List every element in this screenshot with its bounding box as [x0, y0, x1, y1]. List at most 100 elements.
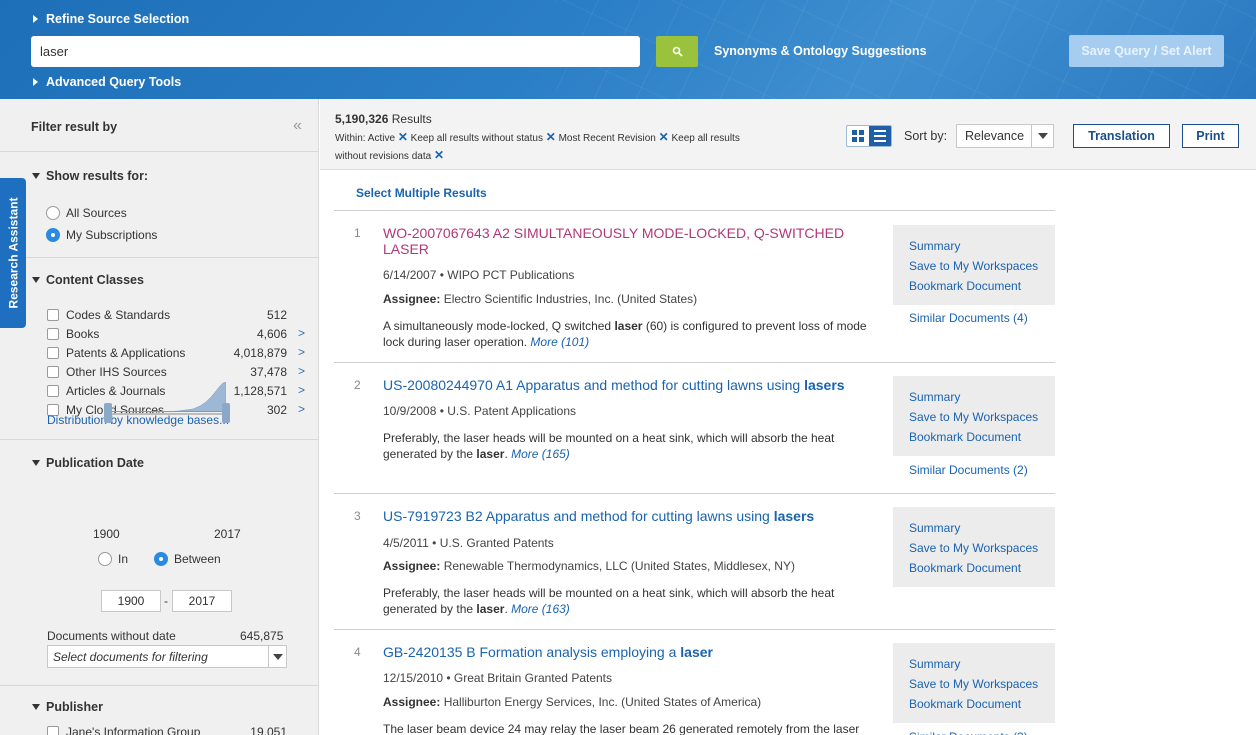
translation-button[interactable]: Translation — [1073, 124, 1170, 148]
divider — [0, 257, 319, 258]
result-item: 2 US-20080244970 A1 Apparatus and method … — [334, 362, 1055, 493]
collapse-sidebar-icon[interactable]: « — [293, 117, 302, 135]
synonyms-ontology-link[interactable]: Synonyms & Ontology Suggestions — [714, 44, 927, 58]
save-query-button[interactable]: Save Query / Set Alert — [1069, 35, 1224, 67]
remove-filter-icon[interactable]: ✕ — [546, 130, 556, 144]
similar-documents-link[interactable]: Similar Documents (2) — [909, 463, 1028, 477]
show-results-heading[interactable]: Show results for: — [32, 169, 148, 183]
refine-source-label: Refine Source Selection — [46, 12, 190, 26]
summary-link[interactable]: Summary — [909, 518, 1039, 538]
bookmark-document-link[interactable]: Bookmark Document — [909, 694, 1039, 714]
grid-view-icon[interactable] — [847, 126, 869, 146]
summary-link[interactable]: Summary — [909, 236, 1039, 256]
divider — [334, 362, 1055, 363]
checkbox[interactable] — [47, 328, 59, 340]
distribution-link[interactable]: Distribution by knowledge bases... — [47, 413, 229, 427]
result-title-text: WO-2007067643 A2 SIMULTANEOUSLY MODE-LOC… — [383, 225, 845, 257]
date-mode-between[interactable]: Between — [154, 552, 221, 566]
research-assistant-tab[interactable]: Research Assistant — [0, 178, 26, 328]
radio-label: Between — [174, 552, 221, 566]
result-assignee: Assignee: Halliburton Energy Services, I… — [383, 695, 761, 709]
expand-arrow-icon[interactable]: > — [298, 326, 305, 340]
date-mode-in[interactable]: In — [98, 552, 128, 566]
content-class-item[interactable]: Other IHS Sources 37,478 > — [47, 364, 307, 380]
result-title-text: US-7919723 B2 Apparatus and method for c… — [383, 508, 774, 524]
save-to-workspaces-link[interactable]: Save to My Workspaces — [909, 674, 1039, 694]
print-button[interactable]: Print — [1182, 124, 1239, 148]
result-actions: Summary Save to My Workspaces Bookmark Doc… — [893, 376, 1055, 456]
checkbox[interactable] — [47, 385, 59, 397]
save-to-workspaces-link[interactable]: Save to My Workspaces — [909, 407, 1039, 427]
checkbox[interactable] — [47, 726, 59, 735]
list-view-icon[interactable] — [869, 126, 891, 146]
content-class-item[interactable]: Books 4,606 > — [47, 326, 307, 342]
expand-arrow-icon[interactable]: > — [298, 345, 305, 359]
sort-select[interactable]: Relevance — [956, 124, 1054, 148]
radio-all-sources[interactable]: All Sources — [46, 206, 127, 220]
result-date-source: 10/9/2008 • U.S. Patent Applications — [383, 404, 576, 418]
content-class-item[interactable]: Patents & Applications 4,018,879 > — [47, 345, 307, 361]
snippet-text: The laser beam device 24 may relay the l… — [383, 722, 860, 735]
result-title-link[interactable]: WO-2007067643 A2 SIMULTANEOUSLY MODE-LOC… — [383, 225, 863, 257]
result-snippet: Preferably, the laser heads will be moun… — [383, 585, 883, 617]
bookmark-document-link[interactable]: Bookmark Document — [909, 558, 1039, 578]
bookmark-document-link[interactable]: Bookmark Document — [909, 427, 1039, 447]
radio-button-selected[interactable] — [46, 228, 60, 242]
publisher-label: Publisher — [46, 700, 103, 714]
assignee-label: Assignee: — [383, 292, 441, 306]
checkbox[interactable] — [47, 366, 59, 378]
checkbox[interactable] — [47, 309, 59, 321]
more-link[interactable]: More (165) — [511, 447, 570, 461]
remove-filter-icon[interactable]: ✕ — [398, 130, 408, 144]
documents-filter-select[interactable]: Select documents for filtering — [47, 645, 287, 668]
result-title-link[interactable]: US-7919723 B2 Apparatus and method for c… — [383, 508, 863, 524]
results-count-number: 5,190,326 — [335, 112, 389, 126]
checkbox[interactable] — [47, 347, 59, 359]
remove-filter-icon[interactable]: ✕ — [659, 130, 669, 144]
summary-link[interactable]: Summary — [909, 387, 1039, 407]
search-button[interactable] — [656, 36, 698, 67]
save-to-workspaces-link[interactable]: Save to My Workspaces — [909, 256, 1039, 276]
result-number: 4 — [354, 645, 361, 659]
date-from-input[interactable] — [101, 590, 161, 612]
result-title-text: US-20080244970 A1 Apparatus and method f… — [383, 377, 805, 393]
similar-documents-link[interactable]: Similar Documents (4) — [909, 311, 1028, 325]
expand-arrow-icon[interactable]: > — [298, 364, 305, 378]
publisher-item-label: Jane's Information Group — [66, 725, 201, 735]
bookmark-document-link[interactable]: Bookmark Document — [909, 276, 1039, 296]
save-to-workspaces-link[interactable]: Save to My Workspaces — [909, 538, 1039, 558]
content-class-count: 37,478 — [250, 365, 287, 379]
content-class-item[interactable]: Codes & Standards 512 — [47, 307, 307, 323]
content-class-count: 4,018,879 — [233, 346, 287, 360]
radio-button[interactable] — [46, 206, 60, 220]
publication-date-heading[interactable]: Publication Date — [32, 456, 144, 470]
publisher-heading[interactable]: Publisher — [32, 700, 103, 714]
radio-button[interactable] — [98, 552, 112, 566]
search-input[interactable] — [31, 36, 640, 67]
expand-arrow-icon[interactable]: > — [298, 383, 305, 397]
result-title-link[interactable]: GB-2420135 B Formation analysis employin… — [383, 644, 863, 660]
more-link[interactable]: More (101) — [530, 335, 589, 349]
remove-filter-icon[interactable]: ✕ — [434, 148, 444, 162]
date-to-input[interactable] — [172, 590, 232, 612]
publisher-item[interactable]: Jane's Information Group 19,051 — [47, 724, 307, 735]
content-class-count: 1,128,571 — [233, 384, 287, 398]
caret-right-icon — [33, 78, 38, 86]
refine-source-toggle[interactable]: Refine Source Selection — [33, 12, 189, 26]
select-multiple-link[interactable]: Select Multiple Results — [356, 186, 487, 200]
expand-arrow-icon[interactable]: > — [298, 402, 305, 416]
content-classes-heading[interactable]: Content Classes — [32, 273, 144, 287]
results-count: 5,190,326 Results — [335, 112, 432, 126]
date-slider-max-handle[interactable] — [222, 403, 230, 423]
max-year-label: 2017 — [214, 527, 241, 541]
similar-documents-link[interactable]: Similar Documents (3) — [909, 730, 1028, 735]
advanced-query-toggle[interactable]: Advanced Query Tools — [33, 75, 181, 89]
caret-down-icon — [32, 460, 40, 466]
radio-button-selected[interactable] — [154, 552, 168, 566]
more-link[interactable]: More (163) — [511, 602, 570, 616]
radio-my-subscriptions[interactable]: My Subscriptions — [46, 228, 157, 242]
summary-link[interactable]: Summary — [909, 654, 1039, 674]
result-title-link[interactable]: US-20080244970 A1 Apparatus and method f… — [383, 377, 863, 393]
date-slider-track[interactable] — [108, 413, 226, 415]
date-slider-min-handle[interactable] — [104, 403, 112, 423]
